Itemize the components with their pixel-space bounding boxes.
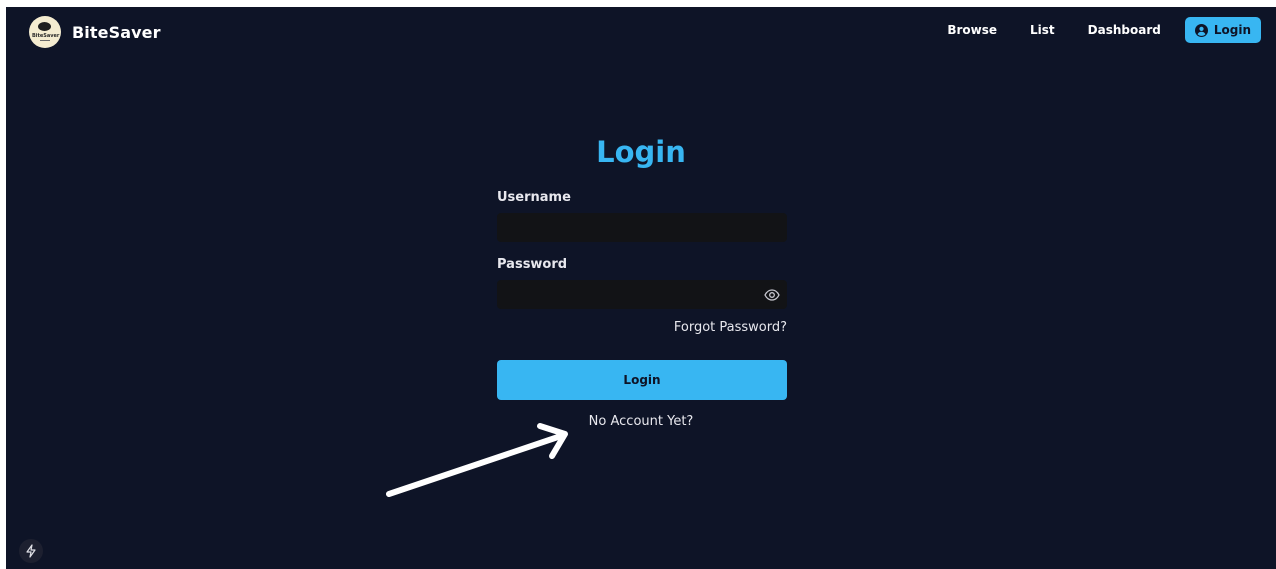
brand-name: BiteSaver	[72, 22, 161, 42]
lightning-icon	[26, 544, 36, 558]
logo-text: BiteSaver	[32, 33, 60, 39]
logo: BiteSaver	[29, 16, 61, 48]
app-window: BiteSaver BiteSaver Browse List Dashboar…	[6, 7, 1276, 569]
nav-browse[interactable]: Browse	[947, 23, 997, 37]
no-account-link[interactable]: No Account Yet?	[6, 414, 1276, 429]
top-nav: Browse List Dashboard Login	[947, 17, 1261, 43]
nav-login-button[interactable]: Login	[1184, 17, 1261, 43]
logo-underline	[40, 40, 50, 41]
login-button[interactable]: Login	[497, 360, 787, 400]
user-circle-icon	[1194, 23, 1208, 37]
lightning-button[interactable]	[19, 539, 43, 563]
page-title: Login	[596, 135, 686, 169]
password-input[interactable]	[497, 280, 787, 309]
nav-dashboard[interactable]: Dashboard	[1088, 23, 1161, 37]
username-input[interactable]	[497, 213, 787, 242]
brand[interactable]: BiteSaver BiteSaver	[29, 16, 161, 48]
username-label: Username	[497, 190, 571, 205]
nav-list[interactable]: List	[1030, 23, 1055, 37]
eye-icon[interactable]	[764, 289, 780, 301]
forgot-password-link[interactable]: Forgot Password?	[497, 320, 787, 335]
arrow-annotation-icon	[386, 423, 568, 497]
logo-bubble-icon	[38, 22, 51, 31]
nav-login-label: Login	[1213, 23, 1251, 37]
password-label: Password	[497, 257, 568, 272]
